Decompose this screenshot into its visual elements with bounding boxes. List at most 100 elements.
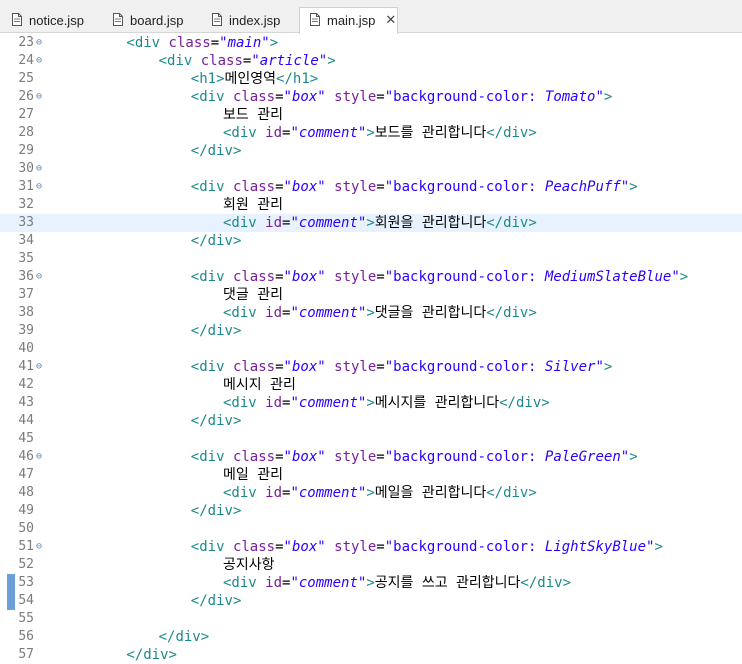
code-line[interactable]: 40 — [0, 340, 742, 358]
code-line[interactable]: 54 </div> — [0, 592, 742, 610]
code-line[interactable]: 34 </div> — [0, 232, 742, 250]
code-token: <div — [126, 35, 169, 51]
code-line[interactable]: 25 <h1>메인영역</h1> — [0, 70, 742, 88]
line-number: 51 — [18, 539, 34, 554]
code-line[interactable]: 49 </div> — [0, 502, 742, 520]
code-token: "background-color: — [384, 179, 545, 195]
code-token: = — [275, 89, 284, 105]
code-token: <div — [190, 359, 233, 375]
fold-toggle-icon[interactable]: ⊖ — [34, 178, 44, 196]
code-line[interactable]: 38 <div id="comment">댓글을 관리합니다</div> — [0, 304, 742, 322]
code-line[interactable]: 55 — [0, 610, 742, 628]
code-line[interactable]: 50 — [0, 520, 742, 538]
code-token: class — [232, 269, 276, 285]
code-token: </div> — [190, 593, 242, 609]
line-number: 43 — [18, 395, 34, 410]
code-line[interactable]: 31 ⊖ <div class="box" style="background-co… — [0, 178, 742, 196]
line-number: 48 — [18, 485, 34, 500]
code-token: " — [671, 269, 680, 285]
code-line[interactable]: 43 <div id="comment">메시지를 관리합니다</div> — [0, 394, 742, 412]
code-token: = — [275, 269, 284, 285]
code-line[interactable]: 57 </div> — [0, 646, 742, 664]
code-line[interactable]: 29 </div> — [0, 142, 742, 160]
file-icon — [113, 13, 123, 26]
code-line[interactable]: 48 <div id="comment">메일을 관리합니다</div> — [0, 484, 742, 502]
line-number: 25 — [18, 71, 34, 86]
code-line[interactable]: 56 </div> — [0, 628, 742, 646]
line-number: 50 — [18, 521, 34, 536]
line-number: 57 — [18, 647, 34, 662]
code-line[interactable]: 45 — [0, 430, 742, 448]
line-number: 23 — [18, 35, 34, 50]
code-line[interactable]: 44 </div> — [0, 412, 742, 430]
fold-toggle-icon[interactable]: ⊖ — [34, 52, 44, 70]
code-text: </div> — [159, 628, 210, 646]
tab-main-jsp[interactable]: main.jsp ✕ — [299, 7, 398, 34]
code-token: 메시지 관리 — [223, 377, 296, 393]
code-line[interactable]: 27 보드 관리 — [0, 106, 742, 124]
fold-toggle-icon[interactable]: ⊖ — [34, 160, 44, 178]
code-token: <div — [223, 485, 266, 501]
code-line[interactable]: 32 회원 관리 — [0, 196, 742, 214]
code-line[interactable]: 35 — [0, 250, 742, 268]
code-token: 댓글 관리 — [223, 287, 283, 303]
code-line[interactable]: 23 ⊖ <div class="main"> — [0, 34, 742, 52]
code-line[interactable]: 41 ⊖ <div class="box" style="background-co… — [0, 358, 742, 376]
code-line[interactable]: 26 ⊖ <div class="box" style="background-co… — [0, 88, 742, 106]
code-token: > — [603, 89, 613, 105]
code-line[interactable]: 42 메시지 관리 — [0, 376, 742, 394]
code-line[interactable]: 36 ⊖ <div class="box" style="background-co… — [0, 268, 742, 286]
code-token: = — [376, 449, 385, 465]
code-token: class — [232, 359, 276, 375]
code-token: <h1> — [190, 71, 225, 87]
code-line[interactable]: 39 </div> — [0, 322, 742, 340]
code-token: </div> — [190, 503, 242, 519]
code-text: <div id="comment">보드를 관리합니다</div> — [223, 124, 537, 142]
code-token: <div — [190, 539, 233, 555]
fold-toggle-icon[interactable]: ⊖ — [34, 448, 44, 466]
tab-notice-jsp[interactable]: notice.jsp — [12, 8, 84, 34]
code-text: </div> — [191, 142, 242, 160]
code-token: Silver — [544, 359, 596, 375]
file-icon — [212, 13, 222, 26]
code-text: </div> — [191, 232, 242, 250]
code-token: </div> — [190, 413, 242, 429]
fold-toggle-icon[interactable]: ⊖ — [34, 34, 44, 52]
code-token: > — [366, 305, 375, 321]
code-line[interactable]: 46 ⊖ <div class="box" style="background-co… — [0, 448, 742, 466]
code-token: class — [232, 449, 276, 465]
code-token: id — [265, 125, 283, 141]
line-number: 32 — [18, 197, 34, 212]
tab-board-jsp[interactable]: board.jsp — [113, 8, 183, 34]
code-line[interactable]: 53 <div id="comment">공지를 쓰고 관리합니다</div> — [0, 574, 742, 592]
code-token: class — [232, 179, 276, 195]
code-editor[interactable]: 23 ⊖ <div class="main"> 24 ⊖ <div class="arti… — [0, 34, 742, 663]
code-line[interactable]: 52 공지사항 — [0, 556, 742, 574]
code-token: = — [210, 35, 220, 51]
fold-toggle-icon[interactable]: ⊖ — [34, 358, 44, 376]
tab-index-jsp[interactable]: index.jsp — [212, 8, 280, 34]
code-line[interactable]: 33 <div id="comment">회원을 관리합니다</div> — [0, 214, 742, 232]
code-line[interactable]: 28 <div id="comment">보드를 관리합니다</div> — [0, 124, 742, 142]
code-line[interactable]: 30 ⊖ — [0, 160, 742, 178]
fold-toggle-icon[interactable]: ⊖ — [34, 538, 44, 556]
code-line[interactable]: 47 메일 관리 — [0, 466, 742, 484]
line-number: 36 — [18, 269, 34, 284]
code-text: </div> — [126, 646, 177, 664]
line-number: 54 — [18, 593, 34, 608]
code-token: > — [366, 215, 375, 231]
code-token: "comment" — [290, 485, 367, 501]
code-text: </div> — [191, 322, 242, 340]
code-token: </h1> — [276, 71, 319, 87]
code-token: </div> — [190, 323, 242, 339]
code-line[interactable]: 51 ⊖ <div class="box" style="background-co… — [0, 538, 742, 556]
fold-toggle-icon[interactable]: ⊖ — [34, 88, 44, 106]
code-token: class — [168, 35, 211, 51]
code-line[interactable]: 37 댓글 관리 — [0, 286, 742, 304]
close-icon[interactable]: ✕ — [385, 12, 396, 28]
code-token: > — [679, 269, 689, 285]
code-line[interactable]: 24 ⊖ <div class="article"> — [0, 52, 742, 70]
fold-toggle-icon[interactable]: ⊖ — [34, 268, 44, 286]
code-token: 메일 관리 — [223, 467, 283, 483]
